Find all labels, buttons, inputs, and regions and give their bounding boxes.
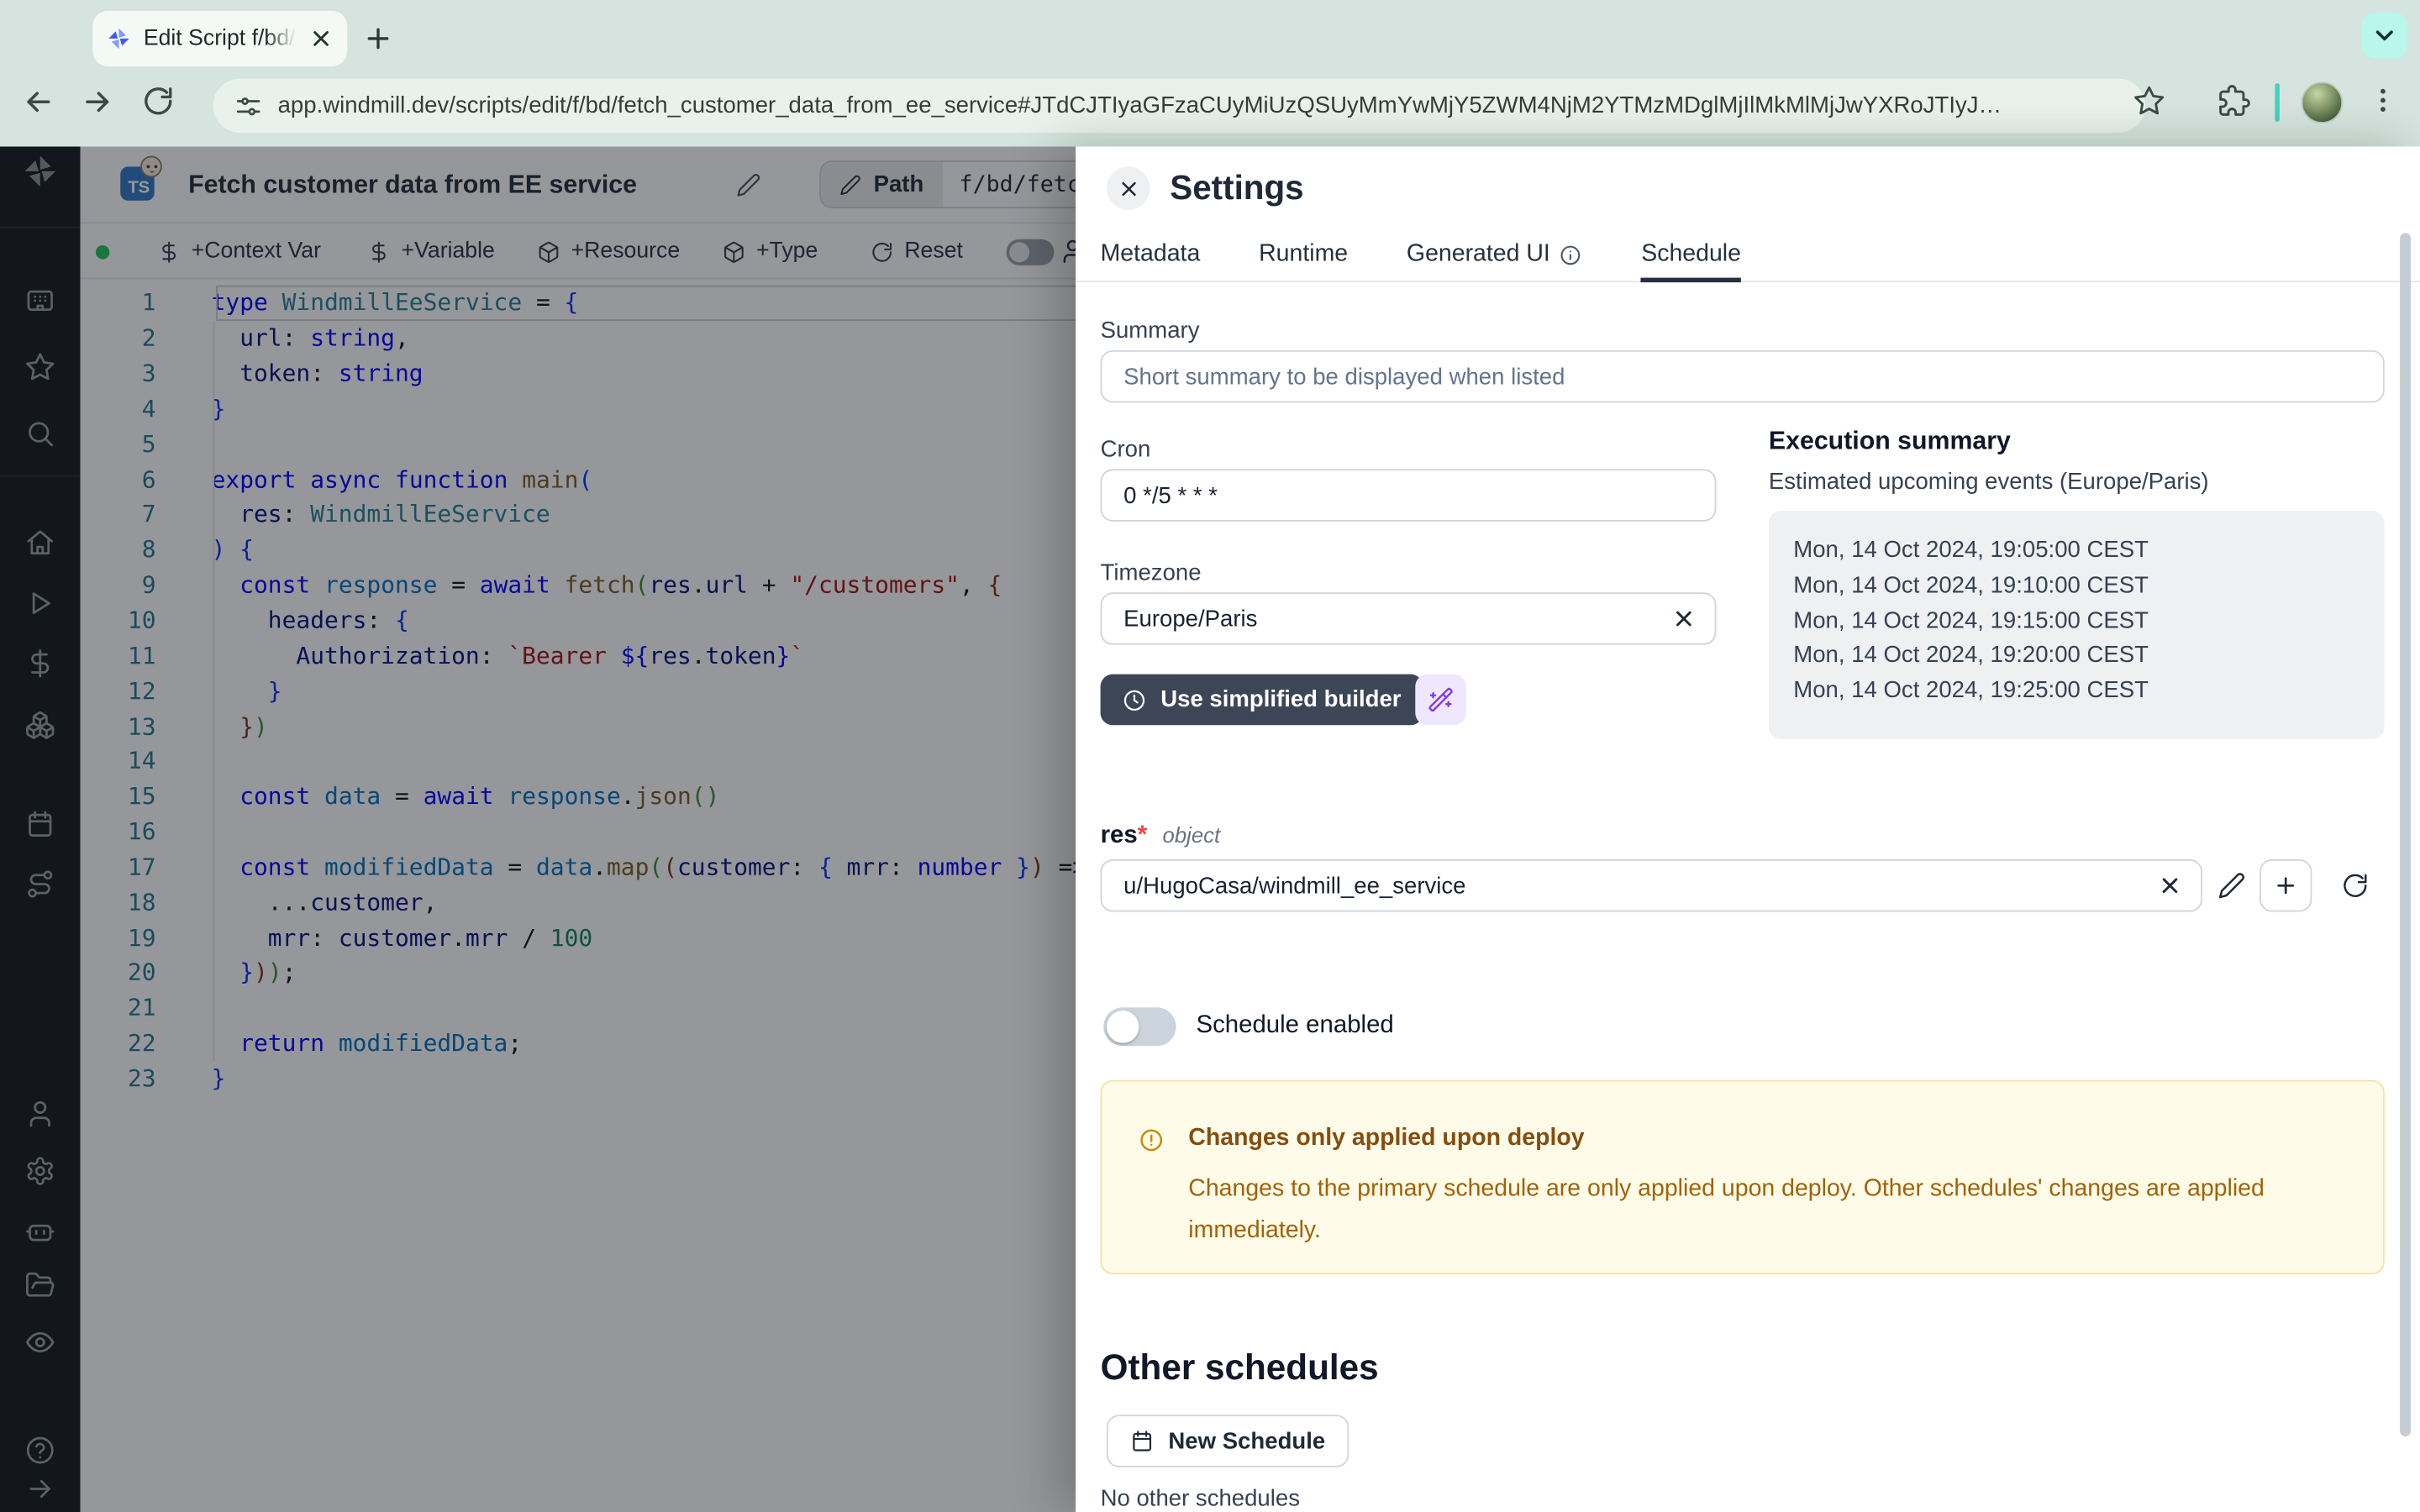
event-item: Mon, 14 Oct 2024, 19:05:00 CEST (1793, 534, 2384, 570)
clear-timezone-icon[interactable] (1671, 606, 1696, 631)
cron-input[interactable] (1120, 480, 1696, 510)
site-settings-icon[interactable] (234, 92, 262, 119)
settings-tabs: Metadata Runtime Generated UI Schedule (1076, 228, 2420, 282)
close-icon (1117, 176, 1140, 200)
magic-wand-icon (1428, 686, 1454, 712)
browser-toolbar: app.windmill.dev/scripts/edit/f/bd/fetch… (0, 65, 2420, 146)
timezone-input[interactable] (1120, 604, 1671, 633)
settings-title: Settings (1170, 168, 1303, 208)
screen: Edit Script f/bd/fetch_custom (0, 0, 2420, 1512)
browser-chrome: Edit Script f/bd/fetch_custom (0, 0, 2420, 146)
reload-icon[interactable] (142, 85, 176, 118)
tab-close-icon[interactable] (308, 26, 333, 50)
forward-icon[interactable] (81, 85, 114, 118)
settings-drawer: Settings Metadata Runtime Generated UI S… (1076, 146, 2420, 1512)
close-settings-button[interactable] (1107, 166, 1150, 209)
resource-arg-header: res* object (1101, 822, 1221, 850)
url-bar[interactable]: app.windmill.dev/scripts/edit/f/bd/fetch… (213, 79, 2145, 133)
windmill-favicon-icon (107, 26, 131, 50)
resource-input-wrap (1101, 859, 2202, 911)
event-item: Mon, 14 Oct 2024, 19:20:00 CEST (1793, 639, 2384, 675)
schedule-enabled-toggle[interactable] (1103, 1007, 1176, 1046)
required-asterisk: * (1138, 822, 1147, 848)
timezone-input-wrap (1101, 592, 1717, 644)
summary-input[interactable] (1120, 362, 2364, 391)
timezone-label: Timezone (1101, 560, 1202, 586)
summary-label: Summary (1101, 318, 1200, 344)
execution-summary-title: Execution summary (1769, 428, 2011, 457)
schedule-enabled-label: Schedule enabled (1196, 1012, 1393, 1040)
tab-runtime[interactable]: Runtime (1259, 228, 1348, 281)
event-item: Mon, 14 Oct 2024, 19:10:00 CEST (1793, 569, 2384, 604)
info-icon (1560, 243, 1583, 266)
warning-title: Changes only applied upon deploy (1188, 1125, 1584, 1152)
clock-icon (1122, 687, 1146, 711)
upcoming-events-box: Mon, 14 Oct 2024, 19:05:00 CEST Mon, 14 … (1769, 511, 2385, 739)
panel-scrollbar[interactable] (2400, 233, 2411, 1436)
resource-input[interactable] (1120, 871, 2157, 900)
new-schedule-button[interactable]: New Schedule (1107, 1415, 1349, 1467)
tab-metadata[interactable]: Metadata (1101, 228, 1201, 281)
alert-circle-icon (1139, 1128, 1164, 1152)
ai-cron-button[interactable] (1415, 675, 1466, 726)
event-item: Mon, 14 Oct 2024, 19:15:00 CEST (1793, 604, 2384, 639)
add-resource-button[interactable] (2260, 859, 2312, 911)
tab-schedule[interactable]: Schedule (1641, 228, 1741, 281)
refresh-resource-icon[interactable] (2341, 872, 2369, 900)
tab-generated-ui[interactable]: Generated UI (1407, 228, 1583, 281)
other-schedules-heading: Other schedules (1101, 1347, 1379, 1389)
tab-title: Edit Script f/bd/fetch_custom (144, 26, 297, 50)
browser-menu-icon[interactable] (2368, 85, 2402, 118)
url-text: app.windmill.dev/scripts/edit/f/bd/fetch… (278, 92, 2002, 118)
warning-body: Changes to the primary schedule are only… (1188, 1168, 2328, 1251)
event-item: Mon, 14 Oct 2024, 19:25:00 CEST (1793, 675, 2384, 710)
summary-input-wrap (1101, 350, 2385, 402)
use-simplified-builder-button[interactable]: Use simplified builder (1101, 675, 1423, 726)
cron-input-wrap (1101, 469, 1717, 521)
browser-tab[interactable]: Edit Script f/bd/fetch_custom (92, 11, 347, 66)
drawer-overlay[interactable] (0, 146, 1076, 1512)
clear-resource-icon[interactable] (2158, 874, 2182, 898)
execution-summary-subtitle: Estimated upcoming events (Europe/Paris) (1769, 469, 2209, 495)
plus-icon (2274, 874, 2298, 898)
edit-resource-icon[interactable] (2217, 872, 2245, 900)
no-other-schedules-text: No other schedules (1101, 1486, 1300, 1512)
back-icon[interactable] (22, 85, 55, 118)
cron-label: Cron (1101, 437, 1151, 463)
new-tab-button[interactable] (360, 20, 397, 57)
tab-group-separator (2275, 83, 2280, 122)
profile-avatar[interactable] (2302, 81, 2344, 123)
resource-arg-type: object (1163, 822, 1221, 847)
calendar-icon (1129, 1429, 1154, 1453)
deploy-warning-box: Changes only applied upon deploy Changes… (1101, 1080, 2385, 1274)
bookmark-star-icon[interactable] (2133, 85, 2166, 118)
chevron-down-button[interactable] (2361, 13, 2407, 59)
extensions-icon[interactable] (2217, 85, 2251, 118)
